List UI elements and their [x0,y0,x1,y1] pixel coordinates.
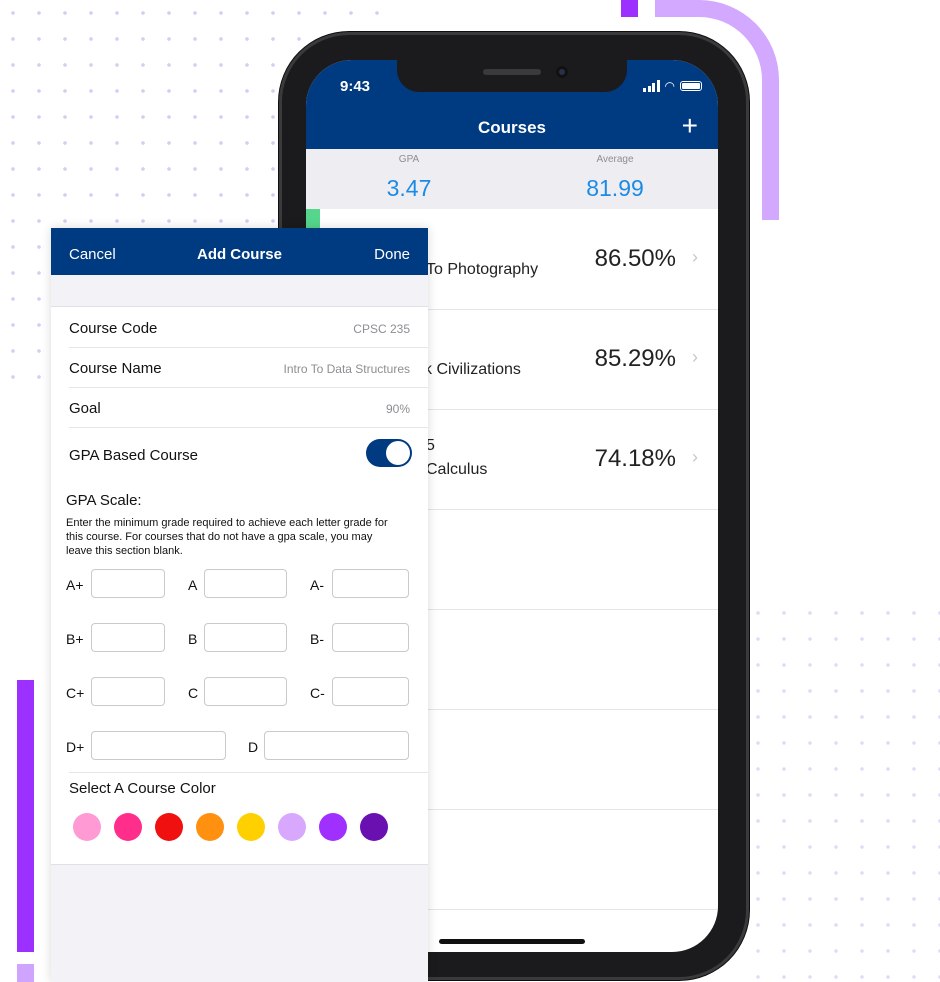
grade-input-d[interactable] [264,731,409,760]
done-button[interactable]: Done [374,246,410,263]
grade-input-c-minus[interactable] [332,677,409,706]
decorative-dot-grid-bottom [745,600,940,982]
gpa-value: 3.47 [386,175,432,201]
grade-input-a-minus[interactable] [332,569,409,598]
wifi-icon: ◠ [664,79,675,93]
phone-notch [397,60,627,92]
grade-input-b[interactable] [204,623,287,652]
average-label: Average [596,154,634,165]
grade-label: C [188,685,199,701]
field-label: Course Code [69,320,158,337]
gpa-label: GPA [398,154,420,165]
field-label: Goal [69,400,101,417]
signal-icon [643,80,660,92]
grade-label: C+ [66,685,85,701]
field-label: Course Name [69,360,162,377]
gpa-based-row: GPA Based Course [69,427,428,481]
field-label: GPA Based Course [69,447,198,464]
decorative-bar-left [17,680,34,952]
chevron-right-icon: › [692,247,698,267]
color-swatch[interactable] [278,813,306,841]
color-swatch[interactable] [196,813,224,841]
color-swatch[interactable] [360,813,388,841]
grade-label: B [188,631,198,647]
grade-label: D [248,739,259,755]
grade-input-b-minus[interactable] [332,623,409,652]
course-name-field[interactable]: Course Name Intro To Data Structures [69,347,428,388]
grade-label: A- [310,577,324,593]
gpa-based-toggle[interactable] [366,439,412,467]
phone-speaker [483,69,541,75]
add-course-navbar: Cancel Add Course Done [51,228,428,275]
home-indicator [439,939,585,944]
course-name: Calculus [426,461,488,478]
color-swatch[interactable] [73,813,101,841]
grade-label: D+ [66,739,85,755]
goal-field[interactable]: Goal 90% [69,387,428,428]
grade-summary: GPA 3.47 Average 81.99 [306,149,718,209]
course-percent: 74.18% [594,445,676,472]
grade-label: A+ [66,577,84,593]
course-name: k Civilizations [424,361,521,378]
divider [69,772,428,773]
color-swatch[interactable] [319,813,347,841]
status-icons: ◠ [643,80,702,92]
grade-label: A [188,577,198,593]
grade-label: C- [310,685,325,701]
panel-title: Add Course [196,246,282,263]
page-title: Courses [477,118,547,137]
field-value[interactable]: Intro To Data Structures [283,362,410,376]
course-name: To Photography [426,261,539,278]
color-swatch[interactable] [114,813,142,841]
grade-input-d-plus[interactable] [91,731,226,760]
course-code-field[interactable]: Course Code CPSC 235 [69,307,428,348]
chevron-right-icon: › [692,447,698,467]
add-course-button[interactable]: + [682,112,698,140]
grade-input-a-plus[interactable] [91,569,165,598]
chevron-right-icon: › [692,347,698,367]
decorative-square-left [17,964,34,982]
color-swatch[interactable] [237,813,265,841]
gpa-scale-title: GPA Scale: [66,492,142,509]
grade-label: B- [310,631,324,647]
field-value[interactable]: 90% [386,402,410,416]
grade-input-a[interactable] [204,569,287,598]
decorative-square-top [621,0,638,17]
course-percent: 86.50% [594,245,676,272]
field-value[interactable]: CPSC 235 [353,322,410,336]
color-swatch[interactable] [155,813,183,841]
phone-camera [556,66,568,78]
grade-input-c-plus[interactable] [91,677,165,706]
course-color-title: Select A Course Color [69,780,216,797]
grade-input-c[interactable] [204,677,287,706]
gpa-scale-description: Enter the minimum grade required to achi… [66,517,388,557]
add-course-form: Course Code CPSC 235 Course Name Intro T… [51,306,428,865]
grade-label: B+ [66,631,84,647]
grade-input-b-plus[interactable] [91,623,165,652]
average-value: 81.99 [586,175,644,201]
battery-icon [680,81,702,91]
add-course-panel: Cancel Add Course Done Course Code CPSC … [51,228,428,982]
status-time: 9:43 [340,78,371,95]
course-percent: 85.29% [594,345,676,372]
